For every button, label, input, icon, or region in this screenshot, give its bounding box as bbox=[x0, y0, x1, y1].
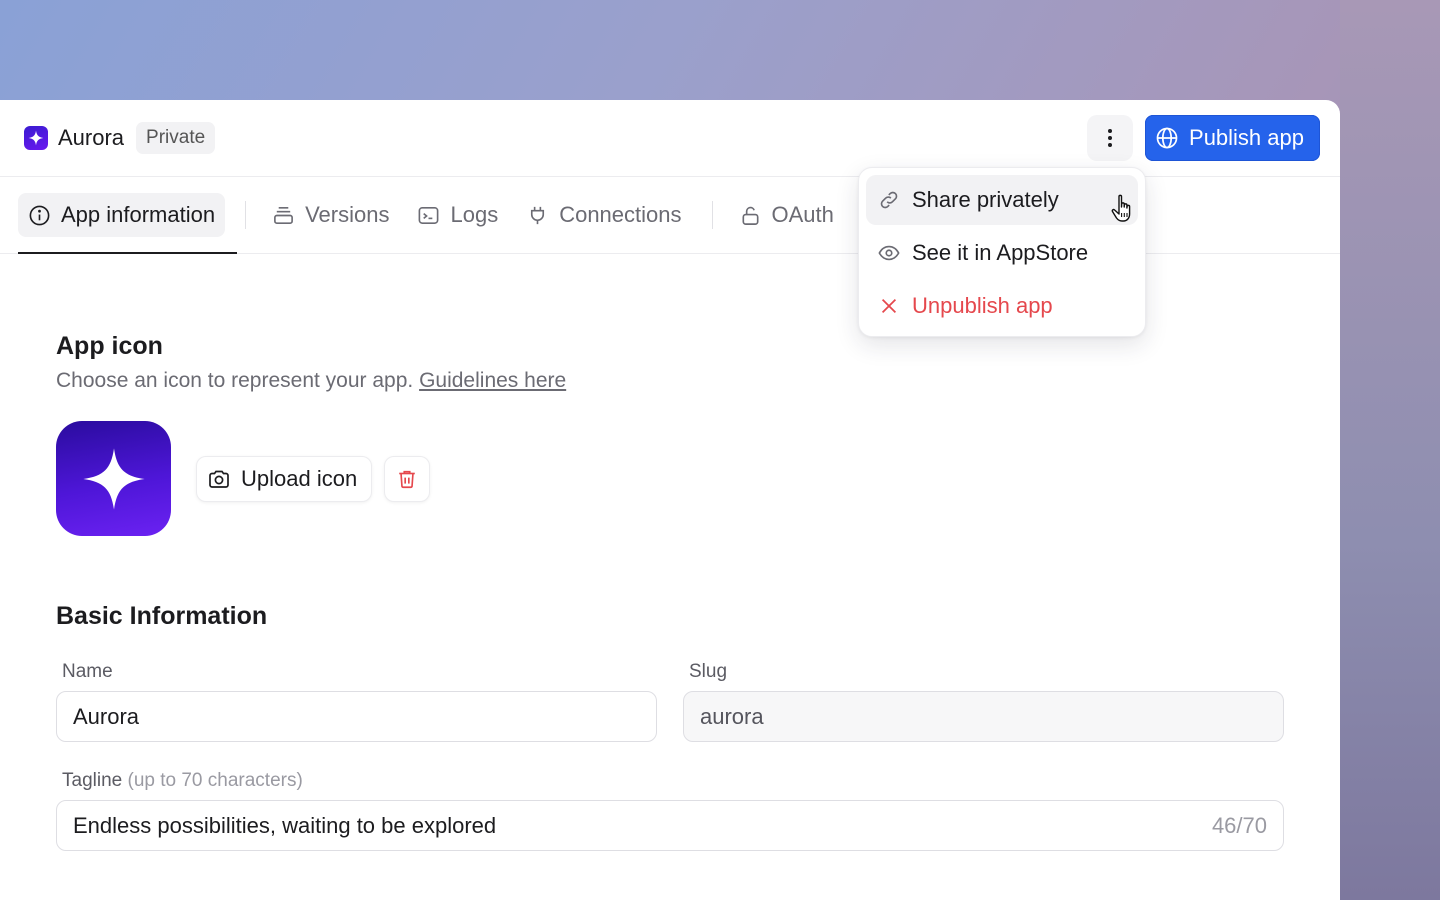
background-edge bbox=[1340, 0, 1440, 900]
upload-icon-button[interactable]: Upload icon bbox=[196, 455, 373, 502]
app-icon-description: Choose an icon to represent your app. Gu… bbox=[56, 369, 1284, 393]
slug-input[interactable]: aurora bbox=[683, 691, 1284, 742]
menu-item-label: Share privately bbox=[912, 187, 1059, 212]
more-options-button[interactable] bbox=[1087, 115, 1134, 161]
tab-oauth[interactable]: OAuth bbox=[729, 193, 844, 237]
active-tab-indicator bbox=[18, 252, 237, 254]
tagline-value: Endless possibilities, waiting to be exp… bbox=[73, 812, 497, 838]
slug-label: Slug bbox=[689, 661, 728, 682]
tagline-character-counter: 46/70 bbox=[1211, 812, 1267, 838]
publish-app-label: Publish app bbox=[1189, 125, 1304, 150]
upload-icon-label: Upload icon bbox=[241, 465, 358, 491]
name-value: Aurora bbox=[73, 703, 140, 729]
link-icon bbox=[880, 191, 898, 209]
menu-item-label: Unpublish app bbox=[912, 293, 1053, 318]
slug-field-group: Slug aurora bbox=[683, 661, 1284, 742]
delete-icon-button[interactable] bbox=[384, 455, 431, 502]
tagline-input[interactable]: Endless possibilities, waiting to be exp… bbox=[56, 800, 1284, 851]
plug-icon bbox=[531, 206, 545, 224]
app-logo-icon bbox=[24, 126, 48, 150]
trash-icon bbox=[399, 470, 415, 488]
more-options-menu: Share privately See it in AppStore Unpub… bbox=[858, 167, 1146, 337]
menu-item-see-in-appstore[interactable]: See it in AppStore bbox=[866, 228, 1138, 278]
tab-label: OAuth bbox=[771, 202, 834, 227]
app-name: Aurora bbox=[58, 125, 125, 150]
menu-item-unpublish-app[interactable]: Unpublish app bbox=[866, 281, 1138, 331]
info-icon bbox=[29, 205, 50, 225]
visibility-badge: Private bbox=[136, 122, 216, 154]
more-vertical-icon bbox=[1108, 129, 1113, 147]
slug-value: aurora bbox=[700, 703, 764, 729]
tagline-field-group: Tagline (up to 70 characters) Endless po… bbox=[56, 770, 1284, 851]
main-content: App icon Choose an icon to represent you… bbox=[0, 254, 1340, 851]
globe-icon bbox=[1156, 127, 1178, 149]
name-field-group: Name Aurora bbox=[56, 661, 657, 742]
tab-divider bbox=[245, 201, 247, 229]
app-header: Aurora Private Publish app bbox=[0, 100, 1340, 177]
camera-icon bbox=[209, 470, 229, 488]
publish-app-button[interactable]: Publish app bbox=[1145, 115, 1320, 161]
name-label: Name bbox=[62, 661, 113, 682]
sparkle-icon bbox=[82, 447, 145, 510]
tab-versions[interactable]: Versions bbox=[262, 193, 399, 237]
layers-icon bbox=[274, 206, 294, 224]
menu-item-label: See it in AppStore bbox=[912, 240, 1089, 265]
hand-cursor-icon bbox=[1111, 194, 1131, 222]
tab-divider bbox=[711, 201, 713, 229]
app-icon-row: Upload icon bbox=[56, 421, 1284, 536]
guidelines-link[interactable]: Guidelines here bbox=[419, 369, 566, 392]
tagline-hint: (up to 70 characters) bbox=[127, 770, 303, 791]
tab-label: Connections bbox=[559, 202, 682, 227]
name-slug-row: Name Aurora Slug aurora bbox=[56, 661, 1284, 742]
tab-app-information[interactable]: App information bbox=[18, 193, 226, 237]
name-input[interactable]: Aurora bbox=[56, 691, 657, 742]
tagline-label-text: Tagline bbox=[62, 770, 123, 791]
terminal-icon bbox=[419, 206, 439, 224]
tagline-label: Tagline (up to 70 characters) bbox=[62, 770, 1284, 792]
app-icon-description-text: Choose an icon to represent your app. bbox=[56, 369, 414, 392]
tab-label: App information bbox=[61, 202, 216, 227]
tab-connections[interactable]: Connections bbox=[516, 193, 691, 237]
menu-item-share-privately[interactable]: Share privately bbox=[866, 175, 1138, 225]
unlock-icon bbox=[742, 206, 759, 225]
tab-label: Logs bbox=[450, 202, 499, 227]
x-icon bbox=[881, 298, 897, 314]
tab-label: Versions bbox=[305, 202, 390, 227]
eye-icon bbox=[878, 245, 900, 261]
basic-information-heading: Basic Information bbox=[56, 602, 268, 630]
app-icon-preview bbox=[56, 421, 171, 536]
tab-logs[interactable]: Logs bbox=[407, 193, 508, 237]
